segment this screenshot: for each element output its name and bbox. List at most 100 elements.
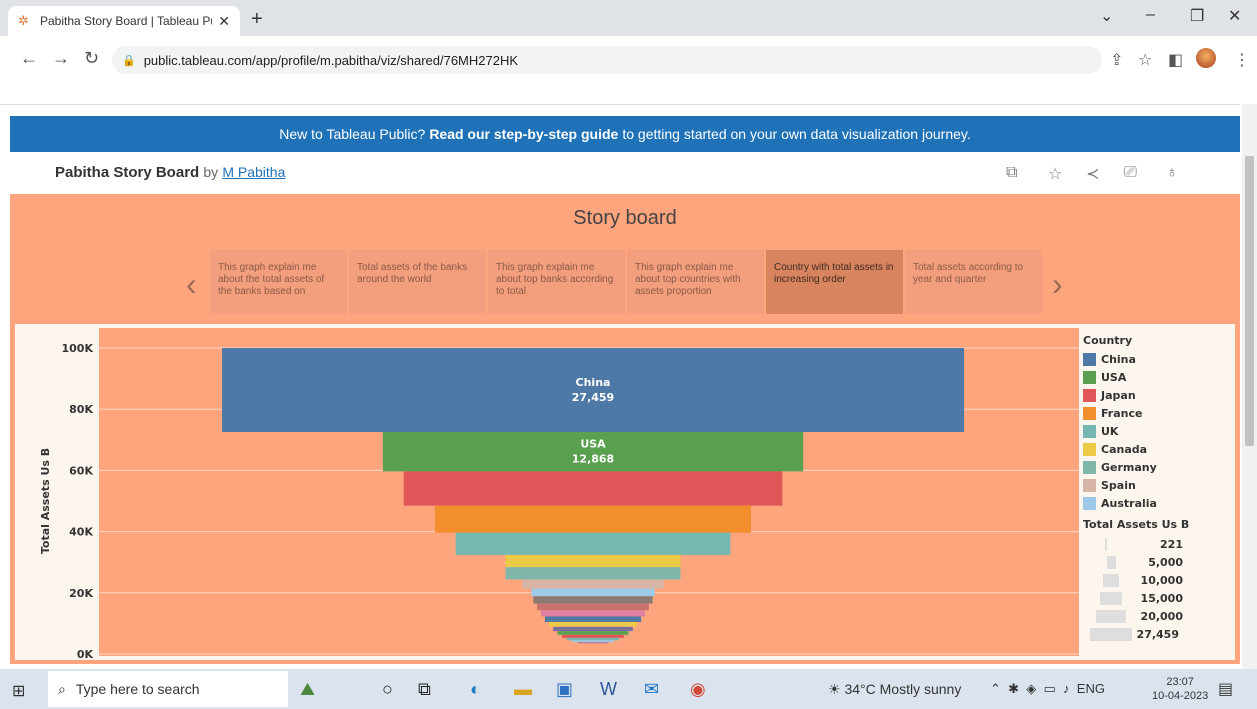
presentation-icon[interactable]: ⎚	[1124, 164, 1137, 182]
size-legend-item: 15,000	[1083, 589, 1233, 607]
bookmark-star-icon[interactable]: ☆	[1138, 50, 1152, 70]
weather-text: 34°C Mostly sunny	[844, 681, 962, 697]
size-legend-bar	[1106, 555, 1116, 569]
funnel-segment-other	[544, 616, 642, 622]
language-indicator[interactable]: ENG	[1077, 681, 1105, 696]
windows-start-icon[interactable]: ⊞	[12, 681, 25, 701]
legend-label: Spain	[1101, 478, 1136, 492]
profile-avatar[interactable]	[1196, 48, 1216, 68]
size-legend-item: 5,000	[1083, 553, 1233, 571]
legend-label: Australia	[1101, 496, 1157, 510]
legend-item[interactable]: France	[1083, 404, 1233, 422]
story-point-6[interactable]: Total assets according to year and quart…	[905, 250, 1042, 314]
menu-icon[interactable]: ⋮	[1234, 50, 1250, 70]
banner-guide-link[interactable]: Read our step-by-step guide	[429, 126, 618, 142]
forward-button[interactable]: →	[52, 48, 70, 69]
restore-button[interactable]: ❐	[1190, 6, 1204, 26]
y-tick-label: 80K	[69, 403, 93, 416]
viz-title: Pabitha Story Board by M Pabitha	[55, 164, 285, 181]
browser-toolbar: ← → ↻ 🔒 public.tableau.com/app/profile/m…	[0, 36, 1257, 84]
legend-label: USA	[1101, 370, 1127, 384]
award-icon[interactable]: ♁	[1166, 164, 1178, 182]
network-icon[interactable]: ◈	[1026, 681, 1036, 696]
close-window-button[interactable]: ✕	[1228, 6, 1241, 26]
legend: Country China USA Japan France UK Canada Germa…	[1083, 334, 1233, 643]
tab-strip: ✲ Pabitha Story Board | Tableau Pul ✕ + …	[0, 0, 1257, 36]
lock-icon: 🔒	[122, 54, 136, 67]
edge-icon[interactable]: ◐	[470, 679, 481, 700]
story-point-2[interactable]: Total assets of the banks around the wor…	[349, 250, 486, 314]
funnel-segment-other	[566, 637, 620, 641]
story-next-button[interactable]: ›	[1052, 266, 1063, 303]
cortana-icon[interactable]: ○	[382, 679, 393, 700]
word-icon[interactable]: W	[600, 679, 617, 700]
funnel-segment-other	[562, 634, 624, 638]
copy-icon[interactable]: ⧉	[1006, 164, 1017, 182]
taskbar: ⊞ ⌕ Type here to search ⛰ ○ ⧉ ◐ ▬ ▣ W ✉ …	[0, 669, 1257, 709]
share-icon[interactable]: ⇪	[1110, 50, 1123, 70]
by-label: by	[203, 164, 219, 180]
taskbar-search[interactable]: ⌕ Type here to search	[48, 671, 288, 707]
browser-tab[interactable]: ✲ Pabitha Story Board | Tableau Pul ✕	[8, 6, 240, 36]
task-view-icon[interactable]: ⧉	[418, 679, 431, 700]
tray-chevron-icon[interactable]: ⌃	[990, 681, 1001, 696]
favorite-star-icon[interactable]: ☆	[1048, 164, 1062, 184]
size-legend-label: 15,000	[1140, 591, 1183, 605]
back-button[interactable]: ←	[20, 48, 38, 69]
legend-item[interactable]: China	[1083, 350, 1233, 368]
legend-item[interactable]: Spain	[1083, 476, 1233, 494]
legend-swatch	[1083, 370, 1096, 384]
close-tab-icon[interactable]: ✕	[218, 13, 230, 30]
legend-item[interactable]: UK	[1083, 422, 1233, 440]
clock-date: 10-04-2023	[1152, 690, 1209, 702]
story-point-3[interactable]: This graph explain me about top banks ac…	[488, 250, 625, 314]
file-explorer-icon[interactable]: ▬	[514, 679, 532, 700]
y-tick-label: 20K	[69, 587, 93, 600]
legend-label: China	[1101, 352, 1136, 366]
legend-swatch	[1083, 352, 1096, 366]
story-prev-button[interactable]: ‹	[186, 266, 197, 303]
size-legend-item: 10,000	[1083, 571, 1233, 589]
legend-item[interactable]: USA	[1083, 368, 1233, 386]
bluetooth-icon[interactable]: ✱	[1008, 681, 1019, 696]
address-bar[interactable]: 🔒 public.tableau.com/app/profile/m.pabit…	[112, 46, 1102, 74]
store-icon[interactable]: ▣	[556, 679, 573, 700]
chevron-down-icon[interactable]: ⌄	[1100, 6, 1113, 26]
story-title: Story board	[573, 207, 677, 229]
volume-icon[interactable]: ♪	[1063, 681, 1070, 696]
viz-header: Pabitha Story Board by M Pabitha ⧉ ☆ ≺ ⎚…	[10, 152, 1240, 194]
legend-swatch	[1083, 460, 1096, 474]
chrome-icon[interactable]: ◉	[690, 679, 706, 700]
system-tray[interactable]: ⌃ ✱ ◈ ▭ ♪ ENG	[990, 681, 1105, 697]
size-legend-title: Total Assets Us B	[1083, 518, 1190, 531]
story-point-4[interactable]: This graph explain me about top countrie…	[627, 250, 764, 314]
funnel-segment-other	[577, 642, 609, 644]
notification-center-icon[interactable]: ▤	[1218, 679, 1233, 699]
side-panel-icon[interactable]: ◧	[1168, 50, 1183, 70]
segment-value-label: 27,459	[572, 391, 614, 404]
scrollbar-thumb[interactable]	[1245, 156, 1254, 446]
weather-widget[interactable]: ☀ 34°C Mostly sunny	[828, 681, 961, 698]
funnel-segment-australia	[531, 588, 655, 597]
share-icon[interactable]: ≺	[1086, 164, 1099, 184]
story-point-1[interactable]: This graph explain me about the total as…	[210, 250, 347, 314]
legend-item[interactable]: Germany	[1083, 458, 1233, 476]
story-point-5[interactable]: Country with total assets in increasing …	[766, 250, 903, 314]
tableau-favicon-icon: ✲	[18, 13, 29, 28]
legend-item[interactable]: Canada	[1083, 440, 1233, 458]
reload-button[interactable]: ↻	[84, 48, 99, 69]
new-tab-button[interactable]: +	[251, 8, 263, 31]
minimize-button[interactable]: –	[1146, 6, 1155, 24]
legend-swatch	[1083, 424, 1096, 438]
legend-item[interactable]: Australia	[1083, 494, 1233, 512]
y-tick-label: 100K	[62, 342, 94, 355]
mail-icon[interactable]: ✉	[644, 679, 659, 700]
legend-swatch	[1083, 388, 1096, 402]
tab-title: Pabitha Story Board | Tableau Pul	[40, 14, 213, 28]
legend-item[interactable]: Japan	[1083, 386, 1233, 404]
author-link[interactable]: M Pabitha	[222, 164, 285, 180]
battery-icon[interactable]: ▭	[1044, 681, 1056, 696]
size-legend-bar	[1090, 627, 1132, 641]
clock[interactable]: 23:07 10-04-2023	[1152, 675, 1208, 703]
scenery-widget-icon[interactable]: ⛰	[300, 679, 315, 700]
